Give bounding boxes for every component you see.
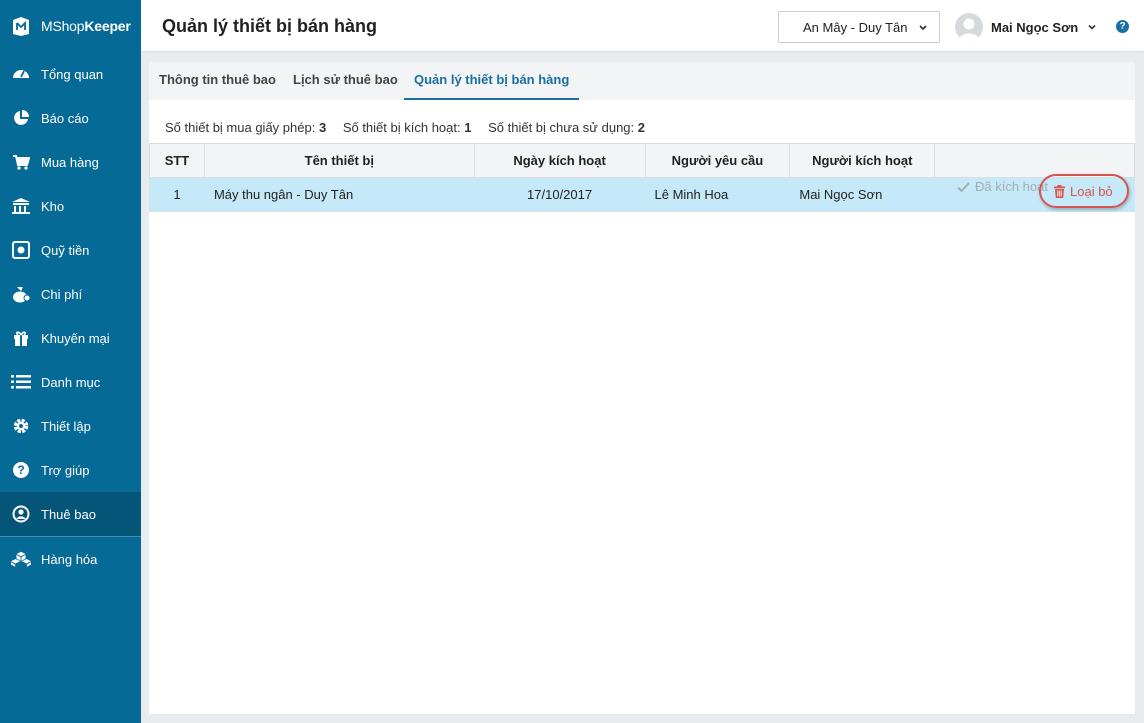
chevron-down-icon <box>1088 24 1096 30</box>
sidebar-item-bao-cao[interactable]: Báo cáo <box>0 96 141 140</box>
help-icon: ? <box>11 460 31 480</box>
remove-device-label: Loại bỏ <box>1070 183 1113 199</box>
sidebar-item-mua-hang[interactable]: Mua hàng <box>0 140 141 184</box>
column-header-requester[interactable]: Người yêu cầu <box>644 143 791 178</box>
avatar-placeholder-icon <box>958 18 980 41</box>
stat-licensed-label: Số thiết bị mua giấy phép: <box>165 120 316 135</box>
warehouse-icon <box>11 196 31 216</box>
main-content: Thông tin thuê bao Lịch sử thuê bao Quản… <box>149 62 1135 714</box>
stat-activated-value: 1 <box>464 120 472 135</box>
sidebar-item-khuyen-mai[interactable]: Khuyến mại <box>0 316 141 360</box>
avatar <box>955 13 983 41</box>
help-icon[interactable]: ? <box>1116 20 1129 33</box>
dashboard-icon <box>11 64 31 84</box>
cell-activation-date: 17/10/2017 <box>473 177 646 212</box>
device-table: STT Tên thiết bị Ngày kích hoạt Người yê… <box>149 143 1135 212</box>
sidebar-item-kho[interactable]: Kho <box>0 184 141 228</box>
cell-requester: Lê Minh Hoa <box>644 177 791 212</box>
stat-unused-label: Số thiết bị chưa sử dụng: <box>488 120 635 135</box>
sidebar-item-label: Kho <box>41 198 65 214</box>
brand-name: MShopKeeper <box>41 18 131 34</box>
sidebar-item-label: Trợ giúp <box>41 462 90 478</box>
cell-stt: 1 <box>149 177 205 212</box>
sidebar-item-label: Hàng hóa <box>41 551 98 567</box>
column-header-stt[interactable]: STT <box>149 143 205 178</box>
sidebar-item-label: Thuê bao <box>41 506 96 522</box>
tab-lich-su-thue-bao[interactable]: Lịch sử thuê bao <box>293 62 398 100</box>
remove-device-button[interactable]: Loại bỏ <box>1039 174 1129 208</box>
sidebar-item-thue-bao[interactable]: Thuê bao <box>0 492 141 536</box>
column-header-activator[interactable]: Người kích hoạt <box>789 143 936 178</box>
user-name: Mai Ngọc Sơn <box>991 19 1079 35</box>
money-bag-icon <box>11 284 31 304</box>
sidebar-item-label: Khuyến mại <box>41 330 110 346</box>
sidebar-item-label: Quỹ tiền <box>41 242 90 258</box>
gift-icon <box>11 328 31 348</box>
store-select[interactable]: An Mây - Duy Tân <box>778 11 940 43</box>
column-header-actions <box>934 143 1135 178</box>
list-icon <box>11 372 31 392</box>
cell-activator: Mai Ngọc Sơn <box>789 177 936 212</box>
sidebar-item-quy-tien[interactable]: Quỹ tiền <box>0 228 141 272</box>
tab-bar: Thông tin thuê bao Lịch sử thuê bao Quản… <box>149 62 1135 100</box>
activated-status: Đã kích hoạt <box>957 179 1048 194</box>
tab-quan-ly-thiet-bi[interactable]: Quản lý thiết bị bán hàng <box>404 62 580 100</box>
sidebar-item-tong-quan[interactable]: Tổng quan <box>0 52 141 96</box>
user-menu[interactable]: Mai Ngọc Sơn <box>955 11 1097 43</box>
sidebar-item-tro-giup[interactable]: ? Trợ giúp <box>0 448 141 492</box>
shop-bag-logo-icon <box>13 17 29 36</box>
user-icon <box>11 504 31 524</box>
sidebar-item-label: Tổng quan <box>41 66 104 82</box>
cart-icon <box>11 152 31 172</box>
sidebar-item-hang-hoa[interactable]: Hàng hóa <box>0 537 141 581</box>
stat-activated-label: Số thiết bị kích hoạt: <box>342 120 461 135</box>
svg-text:?: ? <box>17 463 24 477</box>
device-stats: Số thiết bị mua giấy phép: 3 Số thiết bị… <box>165 120 645 135</box>
stat-unused-value: 2 <box>637 120 645 135</box>
cell-device-name: Máy thu ngân - Duy Tân <box>203 177 475 212</box>
trash-icon <box>1054 184 1065 198</box>
sidebar-item-chi-phi[interactable]: Chi phí <box>0 272 141 316</box>
tab-thong-tin-thue-bao[interactable]: Thông tin thuê bao <box>159 62 276 100</box>
sidebar-item-label: Mua hàng <box>41 154 99 170</box>
sidebar-item-label: Chi phí <box>41 286 83 302</box>
sidebar-item-label: Báo cáo <box>41 110 89 126</box>
chevron-down-icon <box>919 25 927 31</box>
page-title: Quản lý thiết bị bán hàng <box>162 16 378 36</box>
store-select-value: An Mây - Duy Tân <box>803 19 908 35</box>
sidebar-item-thiet-lap[interactable]: Thiết lập <box>0 404 141 448</box>
sidebar-item-label: Thiết lập <box>41 418 91 434</box>
brand[interactable]: MShopKeeper <box>0 0 141 52</box>
gear-icon <box>11 416 31 436</box>
safe-icon <box>11 240 31 260</box>
table-header-row: STT Tên thiết bị Ngày kích hoạt Người yê… <box>149 143 1135 178</box>
stat-licensed-value: 3 <box>318 120 327 135</box>
sidebar-nav: Tổng quan Báo cáo Mua hàng Kho Quỹ tiền … <box>0 52 141 581</box>
column-header-activation-date[interactable]: Ngày kích hoạt <box>473 143 646 178</box>
top-bar: Quản lý thiết bị bán hàng An Mây - Duy T… <box>141 0 1144 52</box>
check-icon <box>957 181 970 192</box>
sidebar-item-danh-muc[interactable]: Danh mục <box>0 360 141 404</box>
sidebar: MShopKeeper Tổng quan Báo cáo Mua hàng K… <box>0 0 141 723</box>
sidebar-item-label: Danh mục <box>41 374 101 390</box>
boxes-icon <box>11 549 31 569</box>
pie-chart-icon <box>11 108 31 128</box>
column-header-device-name[interactable]: Tên thiết bị <box>203 143 475 178</box>
activated-status-label: Đã kích hoạt <box>975 179 1048 194</box>
